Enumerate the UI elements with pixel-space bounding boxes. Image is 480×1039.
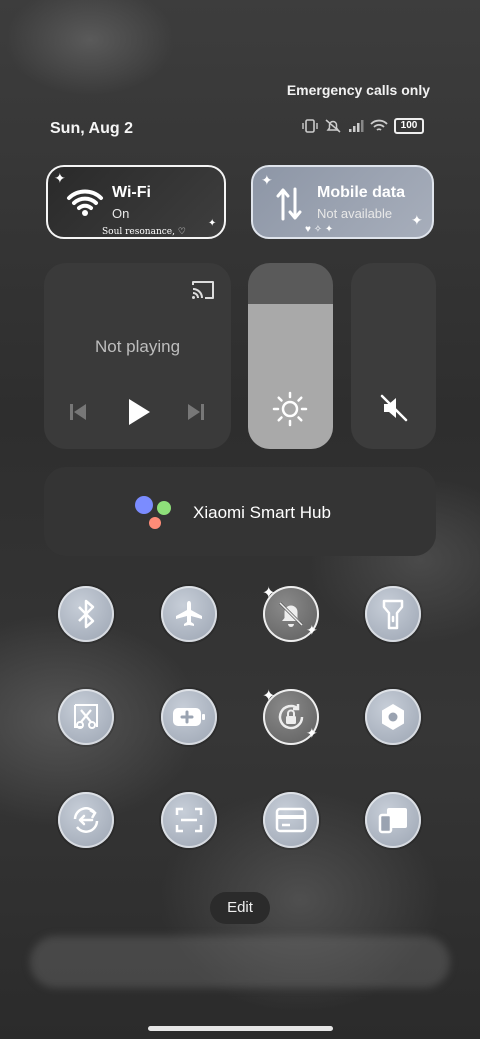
mobile-data-title: Mobile data — [317, 184, 406, 201]
wifi-tile[interactable]: Wi-Fi On ✦ ✦ Soul resonance, ♡ — [46, 165, 226, 239]
cast-icon[interactable] — [190, 279, 216, 301]
card-icon — [275, 807, 307, 833]
bluetooth-icon — [78, 599, 95, 629]
flashlight-toggle[interactable] — [365, 586, 421, 642]
wifi-title: Wi-Fi — [112, 184, 151, 201]
heart-icon: ♥ ✧ ✦ — [305, 224, 334, 235]
mobile-data-state: Not available — [317, 206, 393, 221]
sparkle-icon: ✦ — [54, 170, 66, 186]
vibrate-icon — [302, 119, 318, 133]
screenshot-toggle[interactable] — [58, 689, 114, 745]
wifi-icon — [67, 189, 103, 216]
play-icon[interactable] — [126, 397, 152, 427]
sparkle-icon: ✦ — [411, 212, 423, 228]
scan-icon — [175, 807, 203, 833]
scissors-icon — [74, 704, 98, 729]
scan-toggle[interactable] — [161, 792, 217, 848]
flashlight-icon — [382, 599, 404, 630]
wifi-status-icon — [370, 119, 388, 131]
device-cast-toggle[interactable] — [365, 792, 421, 848]
signal-icon — [349, 120, 364, 132]
sparkle-icon: ✦ — [262, 585, 276, 602]
battery-saver-toggle[interactable] — [161, 689, 217, 745]
wifi-ribbon-text: Soul resonance, ♡ — [102, 227, 186, 237]
sparkle-icon: ✦ — [261, 172, 273, 188]
cast-device-icon — [378, 808, 407, 834]
rotation-lock-icon — [278, 704, 304, 730]
brightness-icon — [272, 391, 308, 427]
media-status: Not playing — [94, 337, 181, 356]
brightness-slider[interactable] — [248, 263, 333, 449]
volume-slider[interactable] — [351, 263, 436, 449]
sync-icon — [73, 807, 99, 833]
sparkle-icon: ✦ — [306, 622, 318, 638]
sparkle-icon: ✦ — [262, 688, 276, 705]
mute-bell-icon — [325, 119, 341, 133]
airplane-icon — [176, 601, 202, 626]
airplane-mode-toggle[interactable] — [161, 586, 217, 642]
hub-logo-icon — [135, 496, 179, 532]
status-icons: 100 — [302, 118, 424, 134]
battery-saver-icon — [173, 708, 205, 726]
mobile-data-icon — [276, 187, 302, 221]
smart-hub-label: Xiaomi Smart Hub — [193, 503, 331, 522]
sync-toggle[interactable] — [58, 792, 114, 848]
brightness-fill — [248, 303, 333, 449]
battery-icon: 100 — [394, 118, 424, 134]
home-indicator[interactable] — [148, 1026, 333, 1031]
settings-toggle[interactable] — [365, 689, 421, 745]
media-player-card[interactable]: Not playing — [44, 263, 231, 449]
battery-level: 100 — [400, 120, 418, 131]
bluetooth-toggle[interactable] — [58, 586, 114, 642]
sparkle-icon: ✦ — [306, 725, 318, 741]
carrier-status: Emergency calls only — [286, 82, 430, 98]
wifi-state: On — [112, 206, 130, 221]
sparkle-icon: ✦ — [208, 218, 217, 229]
volume-mute-icon — [380, 394, 408, 422]
previous-icon[interactable] — [68, 402, 88, 422]
bell-off-icon — [278, 601, 304, 627]
wallet-card-toggle[interactable] — [263, 792, 319, 848]
edit-button[interactable]: Edit — [210, 892, 270, 924]
mobile-data-tile[interactable]: Mobile data Not available ✦ ✦ ♥ ✧ ✦ — [251, 165, 434, 239]
next-icon[interactable] — [186, 402, 206, 422]
settings-hex-icon — [382, 704, 404, 730]
blurred-background — [30, 936, 450, 988]
date-label: Sun, Aug 2 — [50, 120, 133, 137]
smart-hub-card[interactable]: Xiaomi Smart Hub — [44, 467, 436, 556]
